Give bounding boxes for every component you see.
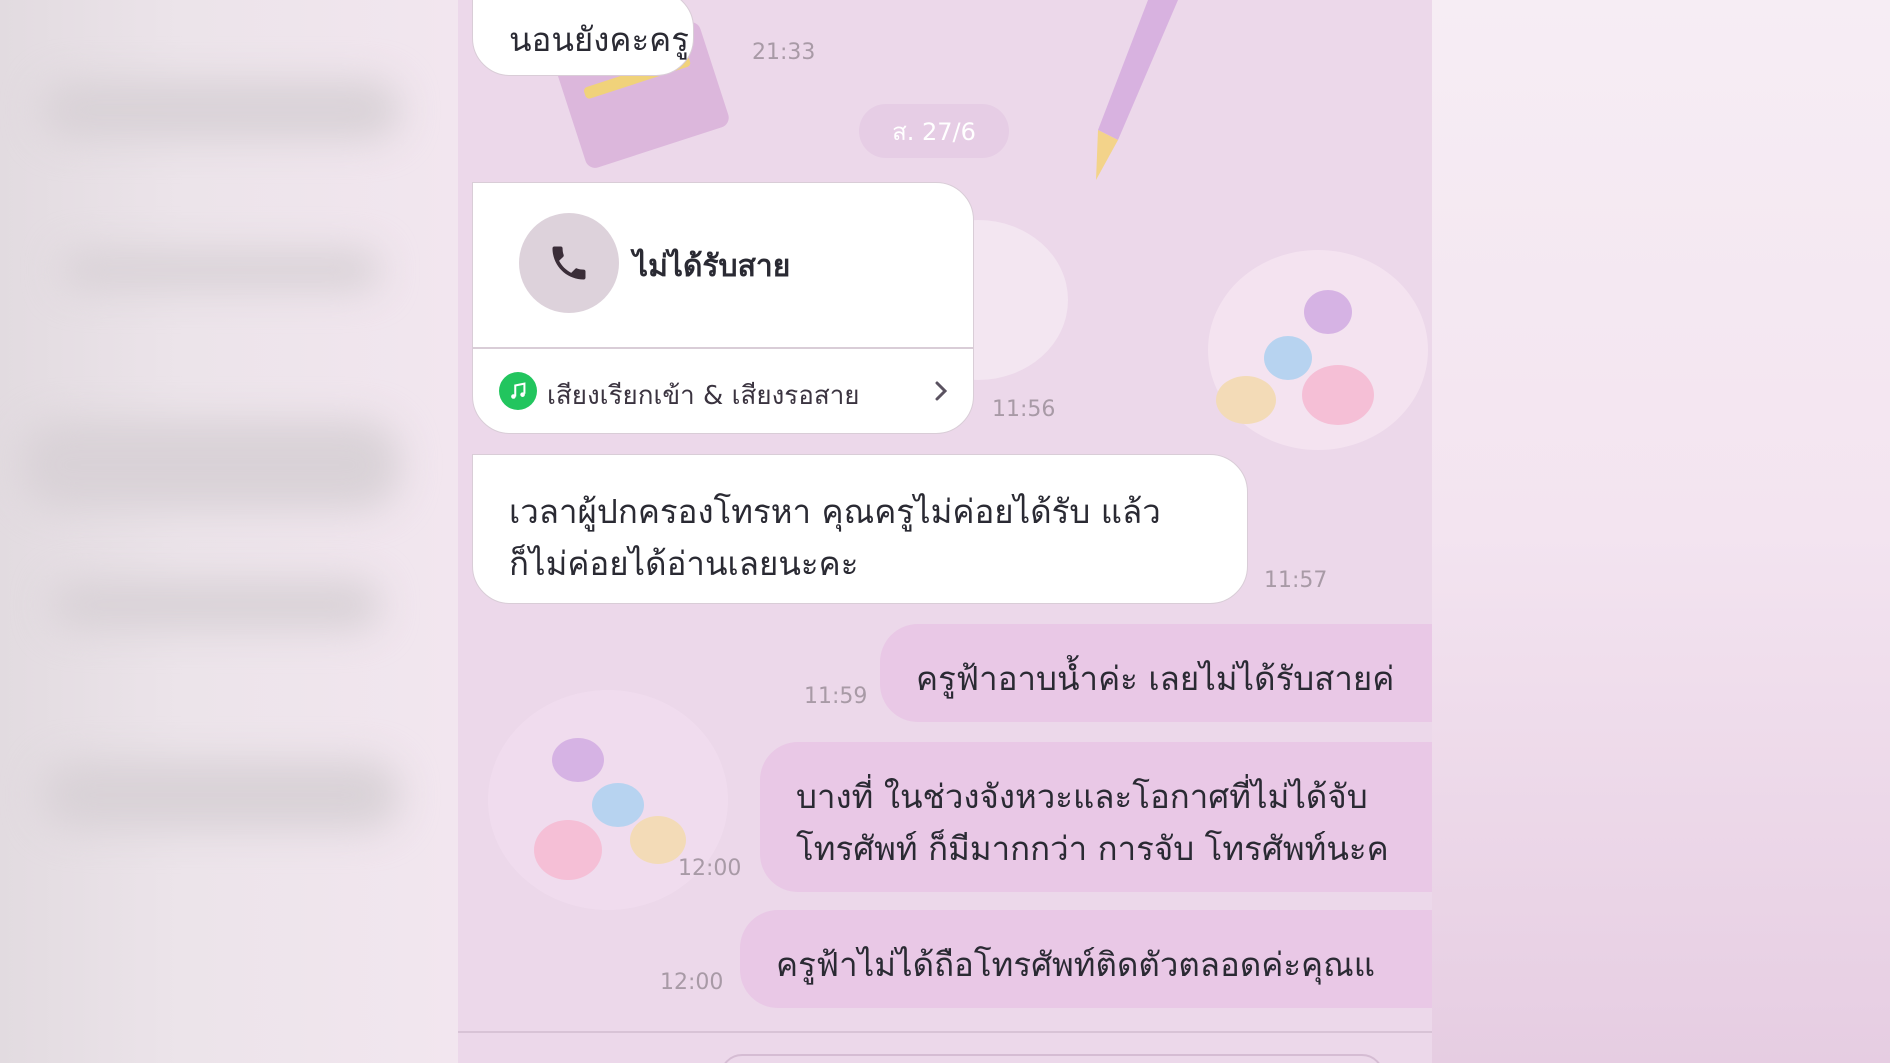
- message-timestamp: 12:00: [660, 970, 724, 995]
- message-bubble-outgoing[interactable]: ครูฟ้าไม่ได้ถือโทรศัพท์ติดตัวตลอดค่ะคุณแ: [740, 910, 1432, 1008]
- card-divider: [473, 347, 973, 349]
- message-timestamp: 21:33: [752, 40, 816, 65]
- music-note-icon: [499, 372, 537, 410]
- message-bubble-outgoing[interactable]: บางที่ ในช่วงจังหวะและโอกาศที่ไม่ได้จับ …: [760, 742, 1432, 892]
- phone-icon: [552, 246, 586, 280]
- blurred-right-backdrop: [1432, 0, 1890, 1063]
- missed-call-title: ไม่ได้รับสาย: [633, 249, 791, 284]
- message-text: ครูฟ้าไม่ได้ถือโทรศัพท์ติดตัวตลอดค่ะคุณแ: [776, 945, 1376, 984]
- message-line: บางที่ ในช่วงจังหวะและโอกาศที่ไม่ได้จับ: [796, 777, 1368, 816]
- message-text: นอนยังคะครู: [509, 20, 689, 59]
- partial-bubble-edge: [720, 1054, 1384, 1063]
- message-timestamp: 12:00: [678, 856, 742, 881]
- missed-call-card[interactable]: ไม่ได้รับสาย เสียงเรียกเข้า & เสียงรอสาย: [472, 182, 974, 434]
- chat-bottom-divider: [458, 1031, 1432, 1033]
- call-icon-circle: [519, 213, 619, 313]
- ringtone-link[interactable]: เสียงเรียกเข้า & เสียงรอสาย: [547, 375, 860, 416]
- message-bubble-incoming[interactable]: นอนยังคะครู: [472, 0, 694, 76]
- blurred-left-backdrop: [0, 0, 458, 1063]
- chat-screen: นอนยังคะครู 21:33 ส. 27/6 ไม่ได้รับสาย เ…: [458, 0, 1432, 1063]
- date-separator: ส. 27/6: [859, 104, 1009, 158]
- message-timestamp: 11:56: [992, 397, 1056, 422]
- message-text: ครูฟ้าอาบน้ำค่ะ เลยไม่ได้รับสายค่: [916, 659, 1395, 698]
- message-timestamp: 11:59: [804, 684, 868, 709]
- message-timestamp: 11:57: [1264, 568, 1328, 593]
- message-line: เวลาผู้ปกครองโทรหา คุณครูไม่ค่อยได้รับ แ…: [509, 492, 1161, 531]
- message-line: ก็ไม่ค่อยได้อ่านเลยนะคะ: [509, 544, 859, 583]
- chevron-right-icon[interactable]: [931, 379, 951, 403]
- message-bubble-incoming[interactable]: เวลาผู้ปกครองโทรหา คุณครูไม่ค่อยได้รับ แ…: [472, 454, 1248, 604]
- message-bubble-outgoing[interactable]: ครูฟ้าอาบน้ำค่ะ เลยไม่ได้รับสายค่: [880, 624, 1432, 722]
- message-line: โทรศัพท์ ก็มีมากกว่า การจับ โทรศัพท์นะค: [796, 829, 1389, 868]
